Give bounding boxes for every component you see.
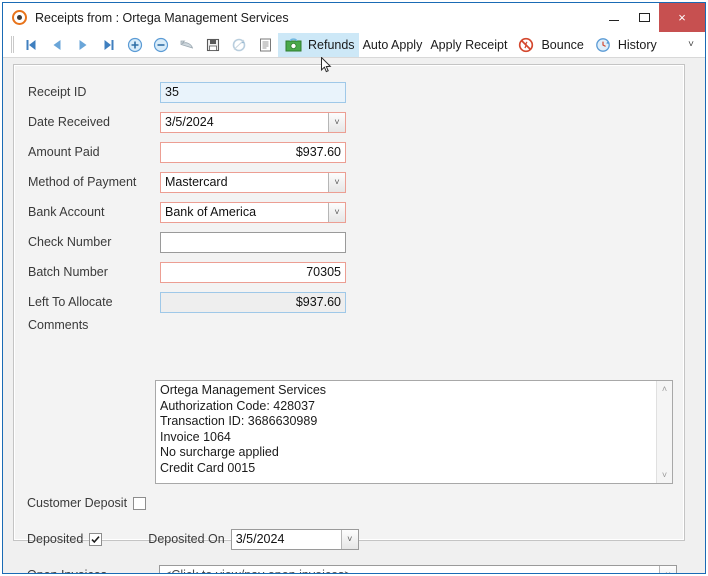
next-record-icon[interactable] [70,33,96,57]
apply-receipt-label: Apply Receipt [430,37,508,52]
last-record-icon[interactable] [96,33,122,57]
date-received-label: Date Received [28,115,110,129]
window-title: Receipts from : Ortega Management Servic… [35,10,289,25]
bounce-button[interactable]: Bounce [511,33,587,57]
add-record-icon[interactable] [122,33,148,57]
field-row-deposited: Deposited Deposited On 3/5/2024 ˅ [13,526,685,552]
maximize-icon [638,13,650,22]
comments-scrollbar[interactable]: ˄ ˅ [656,381,672,483]
comments-textarea[interactable]: Ortega Management Services Authorization… [155,380,673,484]
auto-apply-button[interactable]: Auto Apply [359,33,427,57]
check-number-label: Check Number [28,235,112,249]
receipt-id-input[interactable]: 35 [160,81,346,103]
comments-value: Ortega Management Services Authorization… [160,383,327,475]
left-to-allocate-input: $937.60 [160,291,346,313]
deposited-on-combo[interactable]: 3/5/2024 ˅ [230,528,359,550]
notes-icon[interactable] [252,33,278,57]
batch-number-input[interactable]: 70305 [160,261,346,283]
checkmark-icon [91,535,100,543]
field-row-open-invoices: Open Invoices <Click to view/pay open in… [13,562,685,573]
deposited-checkbox[interactable] [89,532,103,546]
history-label: History [617,37,657,52]
chevron-down-icon[interactable]: ˅ [340,529,358,549]
field-row-date-received: Date Received 3/5/2024 ˅ [14,107,684,137]
receipt-id-label: Receipt ID [28,85,87,99]
apply-receipt-button[interactable]: Apply Receipt [426,33,511,57]
field-row-comments: Comments [14,315,684,335]
toolbar-overflow-button[interactable]: ˅ [683,32,699,57]
chevron-down-icon[interactable]: ˅ [328,202,345,222]
toolbar: Refunds Auto Apply Apply Receipt Bounce … [3,32,705,58]
amount-paid-input[interactable]: $937.60 [160,141,346,163]
scroll-down-icon[interactable]: ˅ [657,467,672,483]
title-bar: Receipts from : Ortega Management Servic… [3,3,705,32]
customer-deposit-label: Customer Deposit [27,496,128,510]
application-window: Receipts from : Ortega Management Servic… [2,2,706,574]
field-row-bank-account: Bank Account Bank of America ˅ [14,197,684,227]
chevron-down-icon[interactable]: ˅ [659,565,676,573]
close-icon: × [678,10,686,25]
amount-paid-label: Amount Paid [28,145,100,159]
field-row-left-to-allocate: Left To Allocate $937.60 [14,287,684,317]
field-row-method-of-payment: Method of Payment Mastercard ˅ [14,167,684,197]
undo-icon[interactable] [174,33,200,57]
client-area: Receipt ID 35 Date Received 3/5/2024 ˅ A… [3,58,705,573]
date-received-value: 3/5/2024 [165,115,214,129]
method-of-payment-combo[interactable]: Mastercard ˅ [160,171,346,193]
field-row-receipt-id: Receipt ID 35 [14,77,684,107]
minimize-icon [609,20,619,21]
minimize-button[interactable] [599,3,629,32]
auto-apply-label: Auto Apply [362,37,423,52]
previous-record-icon[interactable] [44,33,70,57]
open-invoices-label: Open Invoices [13,568,159,573]
refunds-label: Refunds [308,37,355,52]
refresh-icon[interactable] [226,33,252,57]
left-to-allocate-label: Left To Allocate [28,295,113,309]
bank-account-combo[interactable]: Bank of America ˅ [160,201,346,223]
open-invoices-value: <Click to view/pay open invoices> [160,566,659,573]
bounce-label: Bounce [541,37,584,52]
maximize-button[interactable] [629,3,659,32]
method-of-payment-value: Mastercard [165,175,228,189]
customer-deposit-checkbox[interactable] [133,496,147,510]
field-row-customer-deposit: Customer Deposit [13,490,685,516]
window-controls: × [599,3,705,32]
close-button[interactable]: × [659,3,705,32]
delete-record-icon[interactable] [148,33,174,57]
history-button[interactable]: History [588,33,661,57]
bank-account-label: Bank Account [28,205,105,219]
comments-label: Comments [28,318,89,332]
deposited-label: Deposited [27,532,84,546]
record-circle-icon [12,9,28,26]
field-row-batch-number: Batch Number 70305 [14,257,684,287]
deposited-on-label: Deposited On [148,532,225,546]
date-received-combo[interactable]: 3/5/2024 ˅ [160,111,346,133]
chevron-down-icon[interactable]: ˅ [328,112,345,132]
open-invoices-combo[interactable]: <Click to view/pay open invoices> ˅ [159,564,677,573]
history-icon [590,33,616,57]
first-record-icon[interactable] [18,33,44,57]
check-number-input[interactable] [160,231,346,253]
save-icon[interactable] [200,33,226,57]
chevron-down-icon[interactable]: ˅ [328,172,345,192]
deposited-on-value: 3/5/2024 [235,532,285,546]
toolbar-grip[interactable] [11,36,14,53]
refunds-button[interactable]: Refunds [278,32,359,57]
method-of-payment-label: Method of Payment [28,175,137,189]
batch-number-label: Batch Number [28,265,108,279]
field-row-check-number: Check Number [14,227,684,257]
bank-account-value: Bank of America [165,205,257,219]
bounce-icon [513,33,539,57]
field-row-amount-paid: Amount Paid $937.60 [14,137,684,167]
refunds-icon [280,33,306,57]
scroll-up-icon[interactable]: ˄ [657,381,672,397]
